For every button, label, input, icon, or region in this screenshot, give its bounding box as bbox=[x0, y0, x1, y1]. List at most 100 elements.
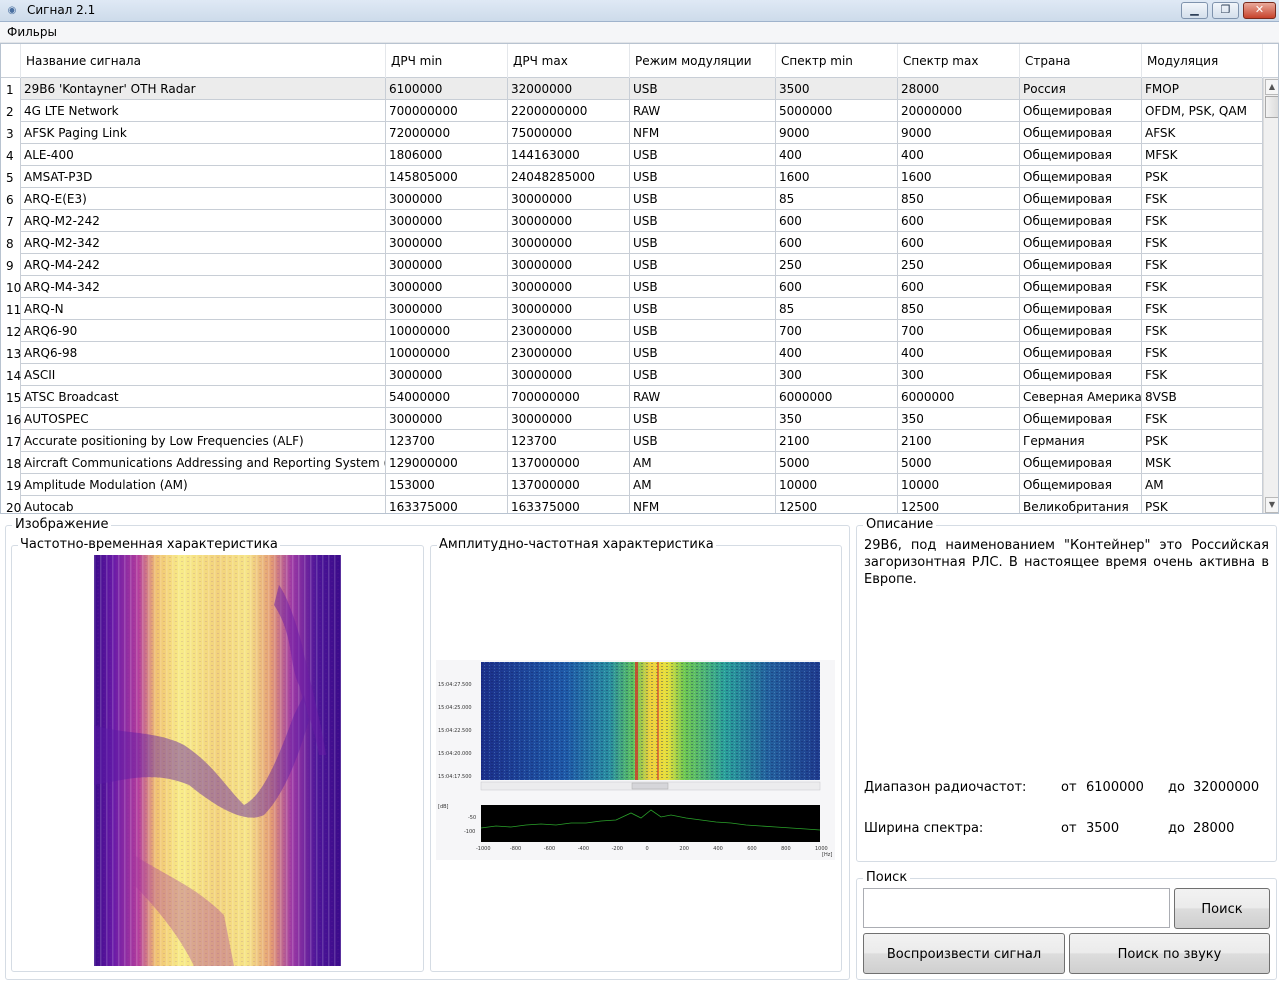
cell-spectrum-max[interactable]: 600 bbox=[898, 210, 1020, 232]
cell-freq-max[interactable]: 137000000 bbox=[508, 474, 630, 496]
cell-spectrum-max[interactable]: 6000000 bbox=[898, 386, 1020, 408]
cell-mode[interactable]: USB bbox=[630, 408, 776, 430]
cell-freq-min[interactable]: 153000 bbox=[386, 474, 508, 496]
cell-freq-max[interactable]: 32000000 bbox=[508, 78, 630, 100]
cell-freq-min[interactable]: 3000000 bbox=[386, 408, 508, 430]
table-row[interactable]: 14 ASCII 3000000 30000000 USB 300 300 Общемиров… bbox=[1, 364, 1263, 386]
table-row[interactable]: 9 ARQ-M4-242 3000000 30000000 USB 250 250 Общем… bbox=[1, 254, 1263, 276]
cell-spectrum-max[interactable]: 20000000 bbox=[898, 100, 1020, 122]
cell-freq-min[interactable]: 3000000 bbox=[386, 298, 508, 320]
cell-name[interactable]: AMSAT-P3D bbox=[21, 166, 386, 188]
cell-country[interactable]: Общемировая bbox=[1020, 144, 1142, 166]
cell-mode[interactable]: USB bbox=[630, 210, 776, 232]
cell-spectrum-min[interactable]: 600 bbox=[776, 210, 898, 232]
cell-mode[interactable]: NFM bbox=[630, 122, 776, 144]
cell-freq-min[interactable]: 10000000 bbox=[386, 342, 508, 364]
cell-freq-min[interactable]: 54000000 bbox=[386, 386, 508, 408]
search-button[interactable]: Поиск bbox=[1174, 888, 1270, 929]
cell-spectrum-min[interactable]: 5000000 bbox=[776, 100, 898, 122]
cell-mode[interactable]: USB bbox=[630, 232, 776, 254]
cell-spectrum-min[interactable]: 2100 bbox=[776, 430, 898, 452]
cell-mode[interactable]: USB bbox=[630, 430, 776, 452]
cell-spectrum-min[interactable]: 6000000 bbox=[776, 386, 898, 408]
table-row[interactable]: 3 AFSK Paging Link 72000000 75000000 NFM 9000… bbox=[1, 122, 1263, 144]
cell-country[interactable]: Общемировая bbox=[1020, 100, 1142, 122]
cell-mode[interactable]: USB bbox=[630, 276, 776, 298]
table-scrollbar[interactable]: ▲ ▼ bbox=[1263, 78, 1278, 513]
cell-country[interactable]: Общемировая bbox=[1020, 254, 1142, 276]
col-header-freq-max[interactable]: ДРЧ max bbox=[508, 44, 630, 78]
cell-country[interactable]: Общемировая bbox=[1020, 342, 1142, 364]
cell-spectrum-min[interactable]: 12500 bbox=[776, 496, 898, 513]
cell-mode[interactable]: AM bbox=[630, 452, 776, 474]
col-header-mode[interactable]: Режим модуляции bbox=[630, 44, 776, 78]
cell-spectrum-max[interactable]: 850 bbox=[898, 188, 1020, 210]
table-row[interactable]: 20 Autocab 163375000 163375000 NFM 12500 12500… bbox=[1, 496, 1263, 513]
cell-country[interactable]: Общемировая bbox=[1020, 474, 1142, 496]
cell-spectrum-min[interactable]: 400 bbox=[776, 144, 898, 166]
cell-name[interactable]: Aircraft Communications Addressing and R… bbox=[21, 452, 386, 474]
scroll-down-icon[interactable]: ▼ bbox=[1265, 497, 1278, 513]
table-row[interactable]: 16 AUTOSPEC 3000000 30000000 USB 350 350 Общеми… bbox=[1, 408, 1263, 430]
cell-spectrum-max[interactable]: 1600 bbox=[898, 166, 1020, 188]
cell-country[interactable]: Общемировая bbox=[1020, 276, 1142, 298]
table-row[interactable]: 15 ATSC Broadcast 54000000 700000000 RAW 6000… bbox=[1, 386, 1263, 408]
cell-freq-min[interactable]: 700000000 bbox=[386, 100, 508, 122]
cell-modulation[interactable]: OFDM, PSK, QAM bbox=[1142, 100, 1263, 122]
cell-spectrum-max[interactable]: 10000 bbox=[898, 474, 1020, 496]
table-row[interactable]: 10 ARQ-M4-342 3000000 30000000 USB 600 600 Обще… bbox=[1, 276, 1263, 298]
cell-freq-max[interactable]: 24048285000 bbox=[508, 166, 630, 188]
table-row[interactable]: 18 Aircraft Communications Addressing and… bbox=[1, 452, 1263, 474]
cell-name[interactable]: Autocab bbox=[21, 496, 386, 513]
cell-mode[interactable]: USB bbox=[630, 320, 776, 342]
cell-spectrum-min[interactable]: 85 bbox=[776, 298, 898, 320]
col-header-country[interactable]: Страна bbox=[1020, 44, 1142, 78]
cell-freq-min[interactable]: 3000000 bbox=[386, 254, 508, 276]
cell-freq-min[interactable]: 3000000 bbox=[386, 210, 508, 232]
table-row[interactable]: 1 29B6 'Kontayner' OTH Radar 6100000 320000… bbox=[1, 78, 1263, 100]
cell-mode[interactable]: USB bbox=[630, 188, 776, 210]
cell-country[interactable]: Общемировая bbox=[1020, 408, 1142, 430]
cell-spectrum-min[interactable]: 1600 bbox=[776, 166, 898, 188]
cell-modulation[interactable]: MFSK bbox=[1142, 144, 1263, 166]
cell-spectrum-max[interactable]: 300 bbox=[898, 364, 1020, 386]
table-row[interactable]: 4 ALE-400 1806000 144163000 USB 400 400 Общемир… bbox=[1, 144, 1263, 166]
cell-mode[interactable]: USB bbox=[630, 78, 776, 100]
cell-freq-max[interactable]: 30000000 bbox=[508, 188, 630, 210]
cell-country[interactable]: Общемировая bbox=[1020, 232, 1142, 254]
search-by-sound-button[interactable]: Поиск по звуку bbox=[1069, 933, 1270, 974]
table-row[interactable]: 2 4G LTE Network 700000000 2200000000 RAW 500… bbox=[1, 100, 1263, 122]
cell-name[interactable]: ALE-400 bbox=[21, 144, 386, 166]
table-row[interactable]: 5 AMSAT-P3D 145805000 24048285000 USB 1600 160… bbox=[1, 166, 1263, 188]
cell-spectrum-min[interactable]: 600 bbox=[776, 232, 898, 254]
table-row[interactable]: 7 ARQ-M2-242 3000000 30000000 USB 600 600 Общем… bbox=[1, 210, 1263, 232]
scroll-up-icon[interactable]: ▲ bbox=[1265, 79, 1278, 95]
cell-modulation[interactable]: FSK bbox=[1142, 254, 1263, 276]
table-row[interactable]: 12 ARQ6-90 10000000 23000000 USB 700 700 Общеми… bbox=[1, 320, 1263, 342]
cell-modulation[interactable]: FSK bbox=[1142, 364, 1263, 386]
cell-spectrum-max[interactable]: 250 bbox=[898, 254, 1020, 276]
cell-name[interactable]: AFSK Paging Link bbox=[21, 122, 386, 144]
cell-modulation[interactable]: MSK bbox=[1142, 452, 1263, 474]
close-button[interactable]: ✕ bbox=[1243, 2, 1276, 19]
cell-modulation[interactable]: AM bbox=[1142, 474, 1263, 496]
cell-freq-max[interactable]: 137000000 bbox=[508, 452, 630, 474]
search-input[interactable] bbox=[863, 888, 1170, 928]
cell-spectrum-min[interactable]: 700 bbox=[776, 320, 898, 342]
cell-modulation[interactable]: FSK bbox=[1142, 188, 1263, 210]
col-header-name[interactable]: Название сигнала bbox=[21, 44, 386, 78]
cell-spectrum-max[interactable]: 600 bbox=[898, 276, 1020, 298]
cell-mode[interactable]: USB bbox=[630, 342, 776, 364]
cell-freq-max[interactable]: 144163000 bbox=[508, 144, 630, 166]
cell-country[interactable]: Великобритания bbox=[1020, 496, 1142, 513]
cell-spectrum-min[interactable]: 85 bbox=[776, 188, 898, 210]
cell-name[interactable]: 29B6 'Kontayner' OTH Radar bbox=[21, 78, 386, 100]
cell-name[interactable]: 4G LTE Network bbox=[21, 100, 386, 122]
cell-freq-max[interactable]: 30000000 bbox=[508, 254, 630, 276]
cell-modulation[interactable]: FSK bbox=[1142, 408, 1263, 430]
cell-mode[interactable]: USB bbox=[630, 298, 776, 320]
col-header-freq-min[interactable]: ДРЧ min bbox=[386, 44, 508, 78]
cell-country[interactable]: Общемировая bbox=[1020, 188, 1142, 210]
cell-spectrum-max[interactable]: 28000 bbox=[898, 78, 1020, 100]
cell-mode[interactable]: USB bbox=[630, 166, 776, 188]
